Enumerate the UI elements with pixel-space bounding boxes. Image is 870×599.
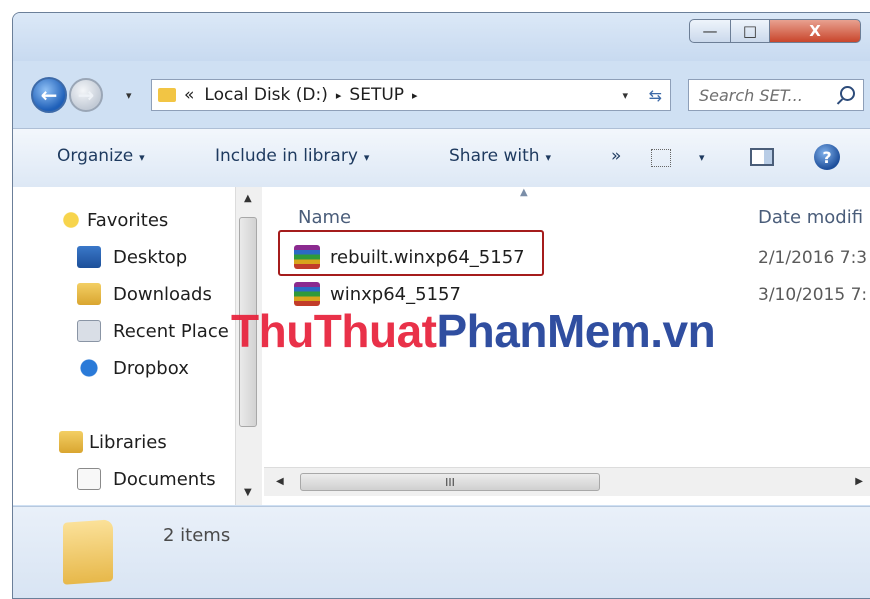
sidebar-item-label: Documents — [113, 468, 216, 490]
navigation-pane: Favorites Desktop Downloads Recent Place… — [13, 187, 235, 505]
item-count: 2 items — [163, 525, 231, 546]
chevron-down-icon: ▾ — [363, 151, 370, 164]
file-name: winxp64_5157 — [330, 283, 461, 305]
sidebar-item-label: Favorites — [87, 209, 169, 231]
breadcrumb-separator[interactable]: ▸ — [412, 89, 418, 102]
include-in-library-label: Include in library — [215, 146, 358, 166]
help-icon[interactable]: ? — [814, 144, 840, 170]
minimize-button[interactable]: — — [689, 19, 731, 43]
sidebar-item-recent-places[interactable]: Recent Place — [77, 320, 229, 342]
documents-icon — [77, 468, 101, 490]
address-bar[interactable]: « Local Disk (D:) ▸ SETUP ▸ ▾ ⇆ — [151, 79, 671, 111]
watermark-part-1: ThuThuat — [231, 305, 437, 357]
scroll-right-icon[interactable]: ▶ — [855, 476, 863, 487]
chevron-down-icon: ▾ — [545, 151, 552, 164]
close-button[interactable]: X — [769, 19, 861, 43]
navigation-bar: ← → ▾ « Local Disk (D:) ▸ SETUP ▸ ▾ ⇆ Se… — [13, 69, 870, 113]
scroll-left-icon[interactable]: ◀ — [276, 476, 284, 487]
share-with-menu[interactable]: Share with ▾ — [449, 146, 551, 166]
title-bar: — □ X — [13, 13, 870, 61]
sidebar-item-label: Libraries — [89, 431, 167, 453]
dropbox-icon — [77, 357, 101, 379]
recent-places-icon — [77, 320, 101, 342]
command-bar: Organize ▾ Include in library ▾ Share with… — [13, 128, 870, 188]
scroll-down-icon[interactable]: ▼ — [244, 487, 252, 498]
star-icon — [59, 209, 83, 231]
column-header-date-modified[interactable]: Date modifi — [758, 207, 863, 228]
sidebar-item-label: Downloads — [113, 283, 212, 305]
sidebar-item-dropbox[interactable]: Dropbox — [77, 357, 189, 379]
file-date-modified: 2/1/2016 7:3 — [758, 248, 868, 268]
details-pane: 2 items — [13, 506, 870, 598]
view-options-icon[interactable] — [651, 149, 671, 167]
sidebar-item-label: Dropbox — [113, 357, 189, 379]
file-highlight-box — [278, 230, 544, 276]
recent-pages-dropdown[interactable]: ▾ — [126, 89, 132, 102]
sidebar-item-libraries[interactable]: Libraries — [59, 431, 167, 453]
winrar-archive-icon — [294, 282, 320, 306]
more-commands-button[interactable]: » — [611, 146, 621, 166]
scroll-up-icon[interactable]: ▲ — [244, 193, 252, 204]
column-header-name[interactable]: Name — [298, 207, 351, 228]
sidebar-item-favorites[interactable]: Favorites — [59, 209, 168, 231]
include-in-library-menu[interactable]: Include in library ▾ — [215, 146, 369, 166]
folder-icon — [158, 88, 176, 102]
back-button[interactable]: ← — [31, 77, 67, 113]
sort-ascending-icon: ▲ — [520, 187, 528, 198]
breadcrumb-overflow[interactable]: « — [184, 85, 194, 105]
search-input[interactable]: Search SET... — [688, 79, 864, 111]
organize-menu[interactable]: Organize ▾ — [57, 146, 145, 166]
search-placeholder: Search SET... — [699, 85, 803, 105]
address-dropdown[interactable]: ▾ — [622, 89, 628, 102]
sidebar-item-documents[interactable]: Documents — [77, 468, 216, 490]
folder-icon — [63, 519, 113, 585]
downloads-folder-icon — [77, 283, 101, 305]
watermark: ThuThuatPhanMem.vn — [231, 304, 716, 358]
file-row-winxp64[interactable]: winxp64_5157 — [294, 282, 461, 306]
search-icon[interactable] — [840, 86, 855, 101]
breadcrumb-local-disk[interactable]: Local Disk (D:) — [204, 85, 327, 105]
scrollbar-thumb[interactable]: III — [300, 473, 600, 491]
maximize-button[interactable]: □ — [730, 19, 770, 43]
forward-button[interactable]: → — [69, 78, 103, 112]
desktop-icon — [77, 246, 101, 268]
breadcrumb-separator[interactable]: ▸ — [336, 89, 342, 102]
sidebar-item-label: Desktop — [113, 246, 188, 268]
preview-pane-icon[interactable] — [750, 148, 774, 166]
scrollbar-grip: III — [445, 475, 455, 489]
refresh-icon[interactable]: ⇆ — [649, 86, 662, 105]
sidebar-item-downloads[interactable]: Downloads — [77, 283, 212, 305]
organize-label: Organize — [57, 146, 134, 166]
breadcrumb-setup[interactable]: SETUP — [349, 85, 404, 105]
chevron-down-icon: ▾ — [139, 151, 145, 164]
watermark-part-2: PhanMem.vn — [436, 305, 716, 357]
file-list-horizontal-scrollbar[interactable]: ◀ III ▶ — [264, 467, 870, 496]
share-with-label: Share with — [449, 146, 540, 166]
sidebar-item-desktop[interactable]: Desktop — [77, 246, 187, 268]
file-date-modified: 3/10/2015 7: — [758, 285, 868, 305]
sidebar-item-label: Recent Place — [113, 320, 229, 342]
view-dropdown-icon[interactable]: ▾ — [699, 151, 705, 164]
libraries-icon — [59, 431, 83, 453]
